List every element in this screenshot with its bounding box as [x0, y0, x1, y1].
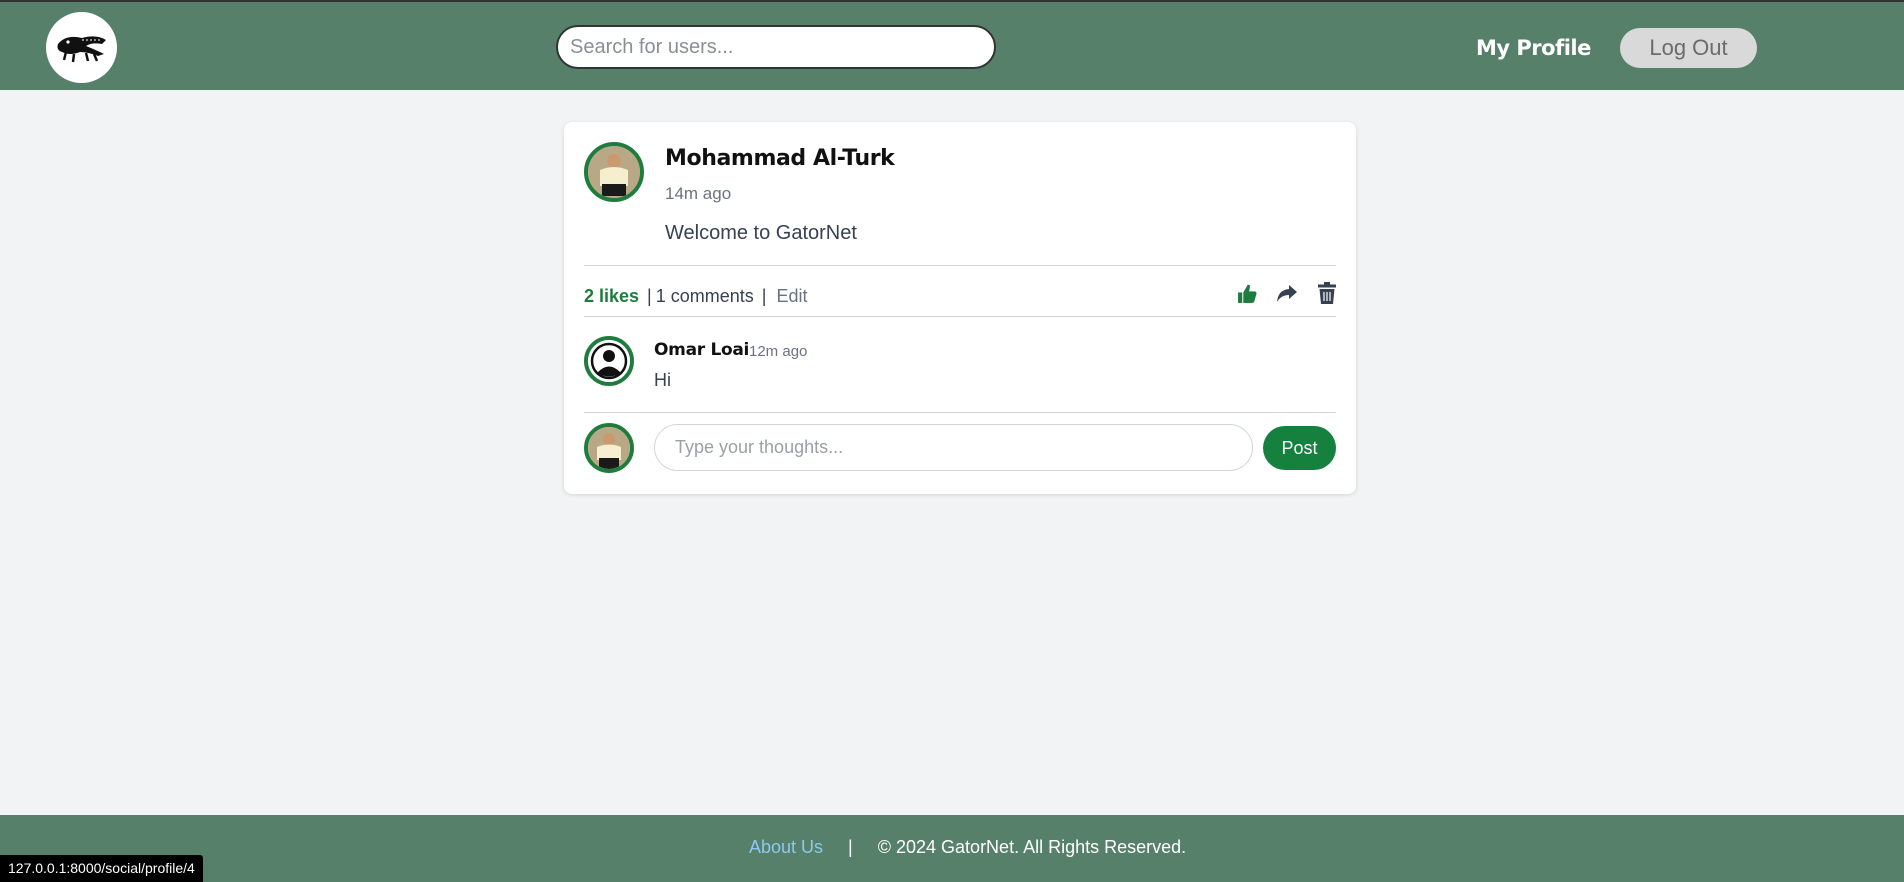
share-icon[interactable]: [1276, 280, 1298, 306]
alligator-logo-icon[interactable]: [46, 12, 117, 83]
my-profile-link[interactable]: My Profile: [1476, 36, 1591, 60]
comment-text: Hi: [654, 370, 671, 390]
post-stats: 2 likes | 1 comments | Edit: [584, 282, 808, 310]
browser-status-url: 127.0.0.1:8000/social/profile/4: [0, 855, 203, 882]
divider: [584, 316, 1336, 317]
likes-count[interactable]: 2 likes: [584, 286, 639, 307]
logout-button[interactable]: Log Out: [1620, 28, 1757, 68]
comments-count[interactable]: 1 comments: [656, 286, 754, 307]
footer-divider: |: [848, 837, 853, 857]
post-author-name[interactable]: Mohammad Al-Turk: [665, 146, 895, 171]
edit-post-link[interactable]: Edit: [776, 286, 807, 307]
comment-author-name[interactable]: Omar Loai: [654, 340, 749, 360]
top-navbar: My Profile Log Out: [0, 0, 1904, 90]
current-user-avatar[interactable]: [584, 423, 634, 473]
post-comment-button[interactable]: Post: [1263, 426, 1336, 470]
copyright-text: © 2024 GatorNet. All Rights Reserved.: [877, 837, 1187, 857]
comment-input[interactable]: [654, 424, 1253, 471]
thumbs-up-icon[interactable]: [1236, 280, 1258, 306]
separator: |: [647, 285, 652, 306]
separator: |: [761, 285, 767, 306]
commenter-avatar[interactable]: [584, 336, 634, 386]
comment-timestamp: 12m ago: [749, 343, 808, 360]
footer: About Us | © 2024 GatorNet. All Rights R…: [0, 815, 1904, 882]
post-actions: [1236, 280, 1338, 306]
post-content: Welcome to GatorNet: [665, 222, 857, 244]
divider: [584, 265, 1336, 266]
trash-icon[interactable]: [1316, 280, 1338, 306]
post-card: Mohammad Al-Turk 14m ago Welcome to Gato…: [564, 122, 1356, 494]
post-timestamp: 14m ago: [665, 184, 732, 203]
post-author-avatar[interactable]: [584, 142, 644, 202]
divider: [584, 412, 1336, 413]
about-us-link[interactable]: About Us: [749, 837, 823, 858]
user-search-input[interactable]: [556, 25, 996, 69]
